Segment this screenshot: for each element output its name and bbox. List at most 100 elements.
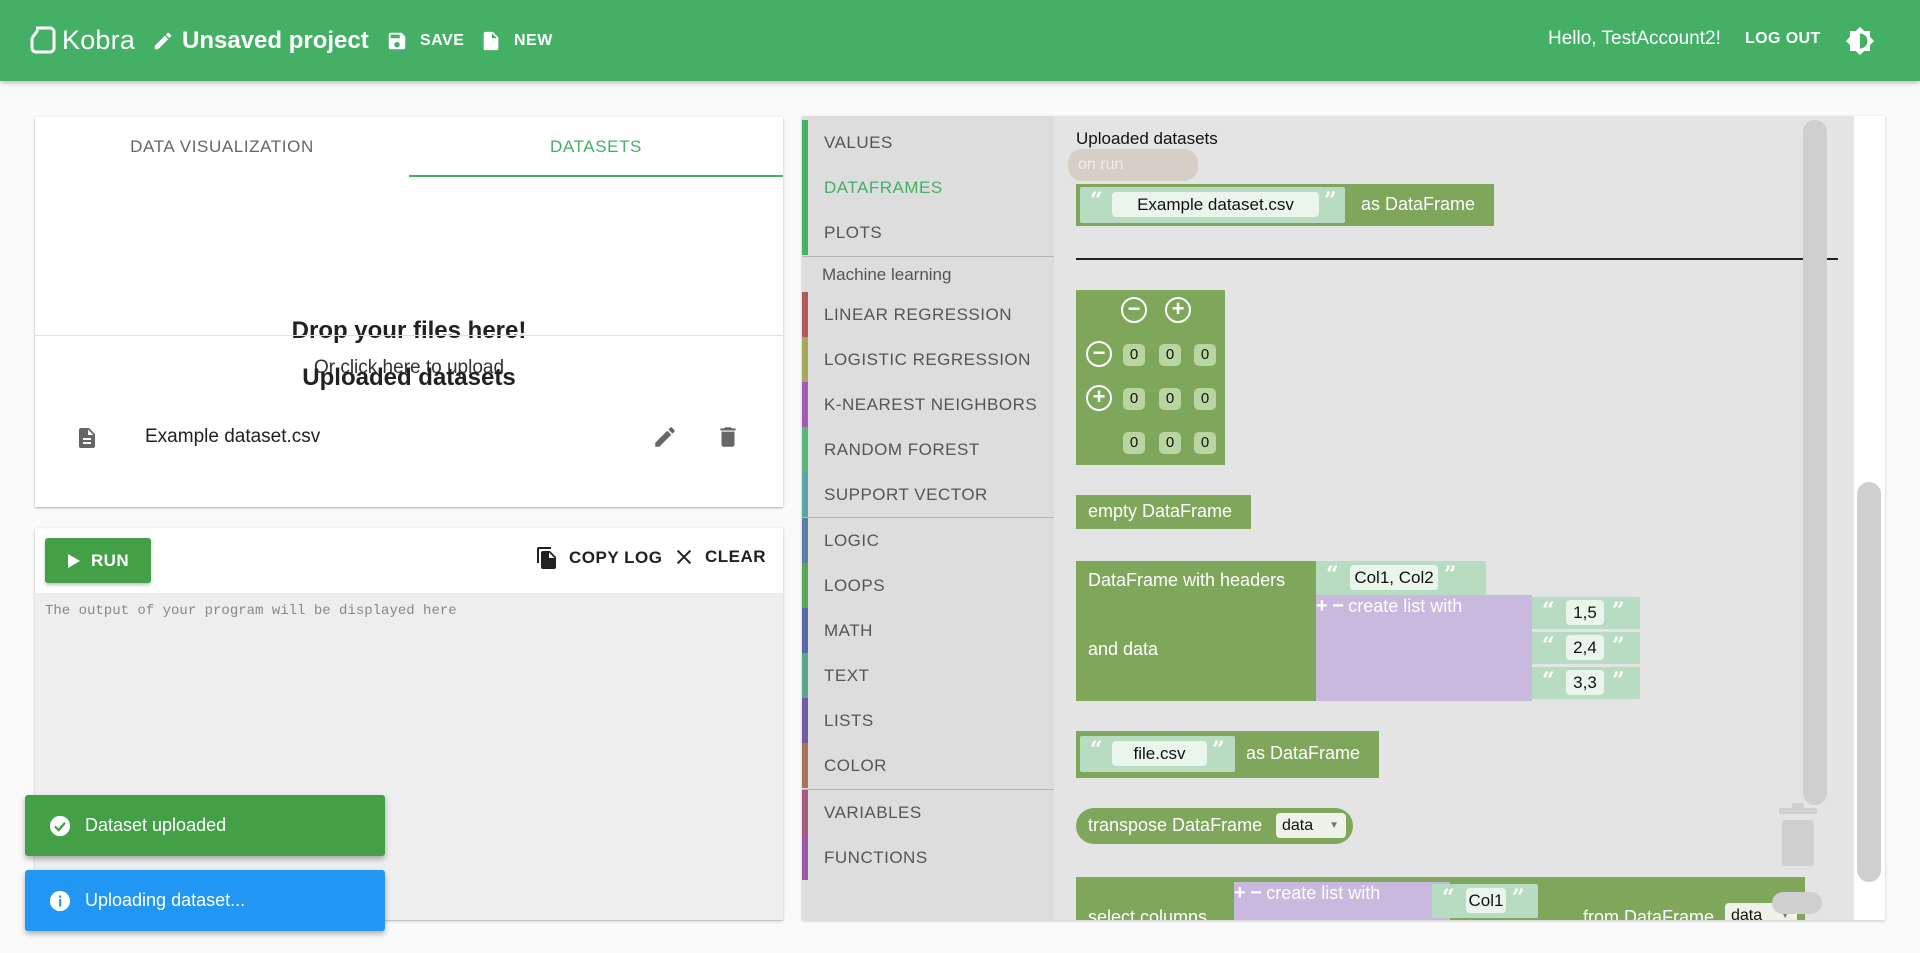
block-label: from DataFrame (1583, 907, 1715, 920)
toolbox-item-support-vector[interactable]: SUPPORT VECTOR (802, 472, 1054, 517)
dropzone-title: Drop your files here! (291, 317, 527, 344)
new-button[interactable]: NEW (480, 26, 553, 56)
string-block[interactable]: “ Col1, Col2 ” (1316, 561, 1486, 595)
minus-item-icon[interactable]: − (1332, 595, 1344, 617)
toolbox-item-values[interactable]: VALUES (802, 120, 1054, 165)
string-block[interactable]: “ 1,5 ” (1532, 597, 1640, 629)
toolbox-item-variables[interactable]: VARIABLES (802, 790, 1054, 835)
plus-item-icon[interactable]: + (1234, 882, 1246, 904)
category-color-bar (802, 120, 808, 165)
minus-column-icon[interactable]: − (1121, 297, 1147, 323)
matrix-cell[interactable]: 0 (1123, 388, 1145, 410)
matrix-cell[interactable]: 0 (1159, 388, 1181, 410)
close-quote-icon: ” (1212, 737, 1225, 763)
string-block[interactable]: “ 2,4 ” (1532, 632, 1640, 664)
string-block[interactable]: “ Col1 ” (1432, 884, 1538, 918)
matrix-block[interactable]: − + − + 0 0 0 0 0 0 0 0 0 (1076, 290, 1225, 465)
toolbox-label: FUNCTIONS (824, 848, 928, 867)
file-dataframe-block[interactable]: “ file.csv ” as DataFrame (1076, 731, 1379, 778)
matrix-cell[interactable]: 0 (1194, 344, 1216, 366)
toolbox-item-text[interactable]: TEXT (802, 653, 1054, 698)
string-value[interactable]: 1,5 (1566, 600, 1604, 625)
logout-button[interactable]: LOG OUT (1745, 30, 1821, 48)
toast-info-text: Uploading dataset... (85, 890, 246, 910)
toast-success[interactable]: Dataset uploaded (25, 795, 385, 856)
toolbox-item-plots[interactable]: PLOTS (802, 210, 1054, 255)
string-value[interactable]: Col1, Col2 (1350, 565, 1438, 590)
tab-datasets[interactable]: DATASETS (409, 117, 783, 177)
toast-info[interactable]: Uploading dataset... (25, 870, 385, 931)
trash-can-icon[interactable] (1773, 798, 1823, 878)
horizontal-scrollbar[interactable] (1772, 892, 1822, 914)
matrix-cell[interactable]: 0 (1194, 432, 1216, 454)
plus-column-icon[interactable]: + (1165, 297, 1191, 323)
new-label: NEW (514, 32, 553, 49)
transpose-dataframe-block[interactable]: transpose DataFrame data ▼ (1076, 808, 1353, 844)
toolbox-item-lists[interactable]: LISTS (802, 698, 1054, 743)
clear-button[interactable]: CLEAR (673, 546, 766, 568)
tab-data-visualization[interactable]: DATA VISUALIZATION (35, 117, 409, 177)
matrix-cell[interactable]: 0 (1123, 432, 1145, 454)
save-icon (388, 32, 406, 50)
minus-item-icon[interactable]: − (1250, 882, 1262, 904)
toolbox-item-loops[interactable]: LOOPS (802, 563, 1054, 608)
category-color-bar (802, 210, 808, 255)
string-value[interactable]: 3,3 (1566, 670, 1604, 695)
toolbox-item-logistic-regression[interactable]: LOGISTIC REGRESSION (802, 337, 1054, 382)
create-list-block[interactable]: + − create list with (1234, 882, 1450, 920)
edit-icon[interactable] (652, 424, 678, 450)
workspace-scrollbar[interactable] (1857, 482, 1881, 882)
dataset-list-item: Example dataset.csv (35, 417, 783, 457)
app-header: Kobra Unsaved project SAVE NEW Hello, Te… (0, 0, 1920, 81)
toolbox-item-math[interactable]: MATH (802, 608, 1054, 653)
project-title[interactable]: Unsaved project (152, 24, 369, 58)
matrix-cell[interactable]: 0 (1194, 388, 1216, 410)
minus-row-icon[interactable]: − (1086, 341, 1112, 367)
toolbox-item-color[interactable]: COLOR (802, 743, 1054, 788)
clear-label: CLEAR (705, 547, 767, 566)
matrix-cell[interactable]: 0 (1159, 344, 1181, 366)
toolbox-label: TEXT (824, 666, 870, 685)
category-color-bar (802, 427, 808, 472)
toolbox-item-linear-regression[interactable]: LINEAR REGRESSION (802, 292, 1054, 337)
on-run-block-ghost: on run (1068, 149, 1198, 181)
create-list-block[interactable]: + − create list with (1316, 595, 1532, 701)
matrix-cell[interactable]: 0 (1123, 344, 1145, 366)
logo[interactable]: Kobra (30, 25, 135, 55)
run-button[interactable]: RUN (45, 538, 151, 583)
toolbox-item-k-nearest-neighbors[interactable]: K-NEAREST NEIGHBORS (802, 382, 1054, 427)
copy-log-button[interactable]: COPY LOG (535, 546, 662, 570)
toolbox-label: VARIABLES (824, 803, 922, 822)
block-label: empty DataFrame (1088, 501, 1233, 521)
delete-icon[interactable] (715, 424, 741, 450)
category-color-bar (802, 472, 808, 517)
matrix-cell[interactable]: 0 (1159, 432, 1181, 454)
brightness-icon (1845, 26, 1875, 56)
string-value[interactable]: file.csv (1112, 741, 1207, 766)
toolbox-item-dataframes[interactable]: DATAFRAMES (802, 165, 1054, 210)
pencil-icon (154, 32, 172, 50)
dropzone[interactable]: Drop your files here! Or click here to u… (35, 177, 783, 378)
dataframe-with-headers-block[interactable]: DataFrame with headers and data (1076, 561, 1316, 701)
string-block[interactable]: “ 3,3 ” (1532, 667, 1640, 699)
save-button[interactable]: SAVE (386, 26, 464, 56)
variable-dropdown[interactable]: data ▼ (1276, 813, 1346, 838)
dataset-dataframe-block[interactable]: “ Example dataset.csv ” as DataFrame (1076, 184, 1494, 226)
divider (35, 335, 783, 336)
string-value[interactable]: 2,4 (1566, 635, 1604, 660)
empty-dataframe-block[interactable]: empty DataFrame (1076, 495, 1251, 529)
blockly-workspace[interactable]: VALUES DATAFRAMES PLOTS Machine learning… (802, 116, 1885, 920)
string-value[interactable]: Example dataset.csv (1112, 192, 1319, 217)
theme-toggle-button[interactable] (1845, 26, 1875, 56)
string-block: “ file.csv ” (1080, 736, 1235, 772)
toolbox-item-functions[interactable]: FUNCTIONS (802, 835, 1054, 880)
string-value[interactable]: Col1 (1466, 888, 1506, 913)
toolbox-label: VALUES (824, 133, 893, 152)
plus-row-icon[interactable]: + (1086, 385, 1112, 411)
block-label: as DataFrame (1246, 743, 1361, 763)
toast-success-text: Dataset uploaded (85, 815, 227, 835)
plus-item-icon[interactable]: + (1316, 595, 1328, 617)
toolbox-item-logic[interactable]: LOGIC (802, 518, 1054, 563)
toolbox-item-random-forest[interactable]: RANDOM FOREST (802, 427, 1054, 472)
flyout-scrollbar[interactable] (1803, 120, 1827, 805)
